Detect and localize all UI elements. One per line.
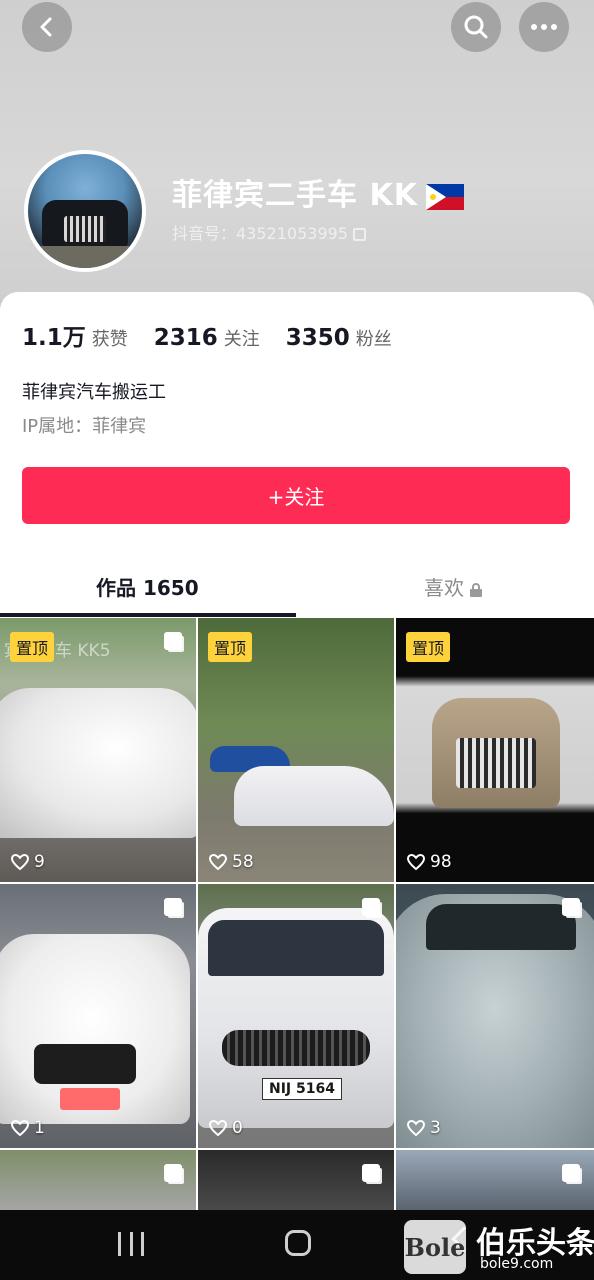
heart-icon xyxy=(10,1119,30,1137)
stat-number: 1.1万 xyxy=(22,325,86,351)
like-count: 3 xyxy=(406,1118,441,1138)
multi-image-icon xyxy=(362,898,380,916)
windshield-image xyxy=(208,920,384,976)
multi-image-icon xyxy=(362,1164,380,1182)
more-icon xyxy=(531,24,557,30)
account-id[interactable]: 抖音号：43521053995 xyxy=(172,220,366,244)
back-button[interactable] xyxy=(22,2,72,52)
video-grid: 宾二手车 KK5 置顶 9 置顶 58 置顶 98 1 NIJ 5164 0 3 xyxy=(0,618,594,1210)
like-count-value: 1 xyxy=(34,1118,45,1138)
car-image xyxy=(234,766,394,826)
heart-icon xyxy=(406,853,426,871)
home-button[interactable] xyxy=(285,1230,311,1256)
multi-image-icon xyxy=(164,898,182,916)
like-count-value: 3 xyxy=(430,1118,441,1138)
pinned-badge: 置顶 xyxy=(406,632,451,662)
video-thumbnail[interactable] xyxy=(0,1150,196,1210)
avatar-ground xyxy=(28,246,142,268)
like-count: 98 xyxy=(406,852,452,872)
pinned-badge: 置顶 xyxy=(208,632,253,662)
bio-text: 菲律宾汽车搬运工 xyxy=(22,382,166,403)
copy-icon[interactable] xyxy=(352,228,366,241)
account-id-text: 抖音号：43521053995 xyxy=(172,224,348,243)
video-thumbnail[interactable]: 3 xyxy=(396,884,594,1148)
like-count-value: 9 xyxy=(34,852,45,872)
more-button[interactable] xyxy=(519,2,569,52)
stat-followers[interactable]: 3350 粉丝 xyxy=(286,325,392,351)
video-thumbnail[interactable] xyxy=(198,1150,394,1210)
avatar[interactable] xyxy=(24,150,146,272)
stat-label: 关注 xyxy=(223,329,260,350)
profile-name: 菲律宾二手车 KK xyxy=(172,170,464,214)
video-thumbnail[interactable]: 置顶 58 xyxy=(198,618,394,882)
license-plate: NIJ 5164 xyxy=(262,1078,342,1100)
lock-icon xyxy=(470,582,482,597)
heart-icon xyxy=(208,853,228,871)
video-thumbnail[interactable]: 宾二手车 KK5 置顶 9 xyxy=(0,618,196,882)
heart-icon xyxy=(406,1119,426,1137)
profile-header: 菲律宾二手车 KK 抖音号：43521053995 xyxy=(0,0,594,300)
bole-watermark-url: bole9.com xyxy=(480,1256,554,1272)
tabs: 作品 1650 喜欢 xyxy=(0,560,594,618)
recent-apps-button[interactable] xyxy=(118,1232,144,1256)
tab-underline xyxy=(0,613,296,617)
like-count-value: 58 xyxy=(232,852,254,872)
bole-logo: Bole xyxy=(404,1220,466,1274)
like-count-value: 98 xyxy=(430,852,452,872)
tab-likes-label: 喜欢 xyxy=(424,576,464,600)
car-grille-image xyxy=(456,738,536,788)
windshield-image xyxy=(426,904,576,950)
stat-following[interactable]: 2316 关注 xyxy=(154,325,260,351)
avatar-grille xyxy=(64,216,106,242)
audi-grille-image xyxy=(34,1044,136,1084)
car-grille-image xyxy=(222,1030,370,1066)
pinned-badge: 置顶 xyxy=(10,632,55,662)
tab-works[interactable]: 作品 1650 xyxy=(96,572,199,601)
philippines-flag-icon xyxy=(425,183,464,210)
video-thumbnail[interactable]: NIJ 5164 0 xyxy=(198,884,394,1148)
blurred-plate xyxy=(60,1088,120,1110)
multi-image-icon xyxy=(562,1164,580,1182)
multi-image-icon xyxy=(164,1164,182,1182)
stat-label: 粉丝 xyxy=(355,329,392,350)
tab-likes[interactable]: 喜欢 xyxy=(424,572,482,601)
profile-sheet: 1.1万 获赞 2316 关注 3350 粉丝 菲律宾汽车搬运工 IP属地：菲律… xyxy=(0,292,594,618)
car-image xyxy=(0,688,196,838)
follow-button[interactable]: +关注 xyxy=(22,467,570,524)
like-count: 9 xyxy=(10,852,45,872)
stat-likes[interactable]: 1.1万 获赞 xyxy=(22,318,128,352)
like-count: 58 xyxy=(208,852,254,872)
like-count-value: 0 xyxy=(232,1118,243,1138)
multi-image-icon xyxy=(562,898,580,916)
ip-location: IP属地：菲律宾 xyxy=(22,416,147,437)
like-count: 0 xyxy=(208,1118,243,1138)
stats-row: 1.1万 获赞 2316 关注 3350 粉丝 xyxy=(22,318,418,352)
search-icon xyxy=(464,15,488,39)
profile-name-text: 菲律宾二手车 KK xyxy=(172,178,418,213)
back-icon xyxy=(40,17,52,37)
video-thumbnail[interactable]: 置顶 98 xyxy=(396,618,594,882)
stat-label: 获赞 xyxy=(91,329,128,350)
video-thumbnail[interactable]: 1 xyxy=(0,884,196,1148)
stat-number: 2316 xyxy=(153,325,218,351)
heart-icon xyxy=(10,853,30,871)
stat-number: 3350 xyxy=(285,325,350,351)
video-thumbnail[interactable] xyxy=(396,1150,594,1210)
search-button[interactable] xyxy=(451,2,501,52)
multi-image-icon xyxy=(164,632,182,650)
heart-icon xyxy=(208,1119,228,1137)
like-count: 1 xyxy=(10,1118,45,1138)
